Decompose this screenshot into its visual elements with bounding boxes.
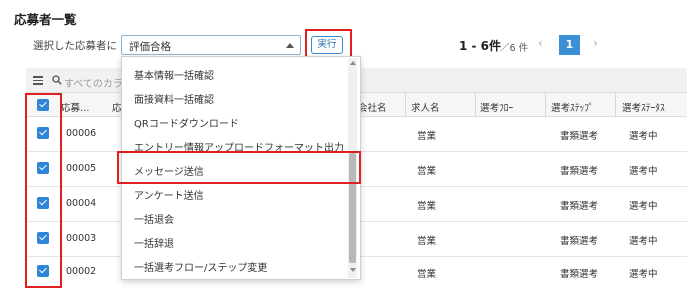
row-applicant-id: 00003	[66, 233, 97, 244]
row-status: 選考中	[629, 131, 658, 142]
pager-count: 1 - 6件	[459, 39, 502, 53]
header-step[interactable]: 選考ｽﾃｯﾌﾟ	[551, 100, 594, 114]
header-applicant-id[interactable]: 応募…	[61, 100, 90, 114]
row-applicant-id: 00004	[66, 198, 97, 209]
row-job: 営業	[417, 131, 437, 142]
row-status: 選考中	[629, 269, 658, 280]
checkbox-column-highlight	[25, 93, 62, 288]
column-search-input[interactable]: すべてのカラ	[64, 75, 123, 90]
row-job: 営業	[417, 201, 437, 212]
menu-item-qr-download[interactable]: QRコードダウンロード	[134, 115, 239, 130]
header-flow[interactable]: 選考ﾌﾛｰ	[480, 100, 513, 114]
action-select-value: 評価合格	[129, 41, 171, 53]
row-applicant-id: 00002	[66, 266, 97, 277]
row-step: 書類選考	[560, 131, 599, 142]
action-select[interactable]: 評価合格	[121, 35, 301, 55]
row-step: 書類選考	[560, 269, 599, 280]
row-job: 営業	[417, 269, 437, 280]
menu-item-send-survey[interactable]: アンケート送信	[134, 187, 204, 202]
row-step: 書類選考	[560, 166, 599, 177]
row-job: 営業	[417, 166, 437, 177]
pager-total: ／6 件	[500, 43, 529, 54]
row-applicant-id: 00006	[66, 128, 97, 139]
column-divider[interactable]	[545, 93, 546, 117]
menu-item-bulk-decline[interactable]: 一括辞退	[134, 235, 174, 250]
header-status[interactable]: 選考ｽﾃｰﾀｽ	[622, 100, 665, 114]
row-status: 選考中	[629, 166, 658, 177]
menu-item-basic-info-confirm[interactable]: 基本情報一括確認	[134, 67, 214, 82]
row-step: 書類選考	[560, 236, 599, 247]
column-divider[interactable]	[405, 93, 406, 117]
scroll-down-arrow-icon[interactable]	[350, 268, 356, 272]
action-label: 選択した応募者に	[33, 40, 117, 52]
pager-prev-button[interactable]: ‹	[538, 36, 543, 50]
menu-item-bulk-withdraw-membership[interactable]: 一括退会	[134, 211, 174, 226]
row-status: 選考中	[629, 201, 658, 212]
header-job[interactable]: 求人名	[411, 100, 440, 114]
scroll-up-arrow-icon[interactable]	[350, 61, 356, 65]
pager-page-1[interactable]: 1	[559, 35, 580, 55]
row-job: 営業	[417, 236, 437, 247]
menu-item-bulk-flow-step-change[interactable]: 一括選考フロー/ステップ変更	[134, 259, 267, 274]
row-applicant-id: 00005	[66, 163, 97, 174]
caret-up-icon	[286, 43, 294, 48]
row-status: 選考中	[629, 236, 658, 247]
page-title: 応募者一覧	[14, 12, 77, 27]
header-company[interactable]: 会社名	[358, 100, 387, 114]
column-menu-icon[interactable]	[33, 76, 43, 85]
menu-item-interview-docs-confirm[interactable]: 面接資料一括確認	[134, 91, 214, 106]
search-icon	[52, 75, 62, 85]
pager-next-button[interactable]: ›	[593, 36, 598, 50]
column-divider[interactable]	[615, 93, 616, 117]
send-message-highlight	[117, 151, 361, 184]
row-step: 書類選考	[560, 201, 599, 212]
column-divider[interactable]	[475, 93, 476, 117]
